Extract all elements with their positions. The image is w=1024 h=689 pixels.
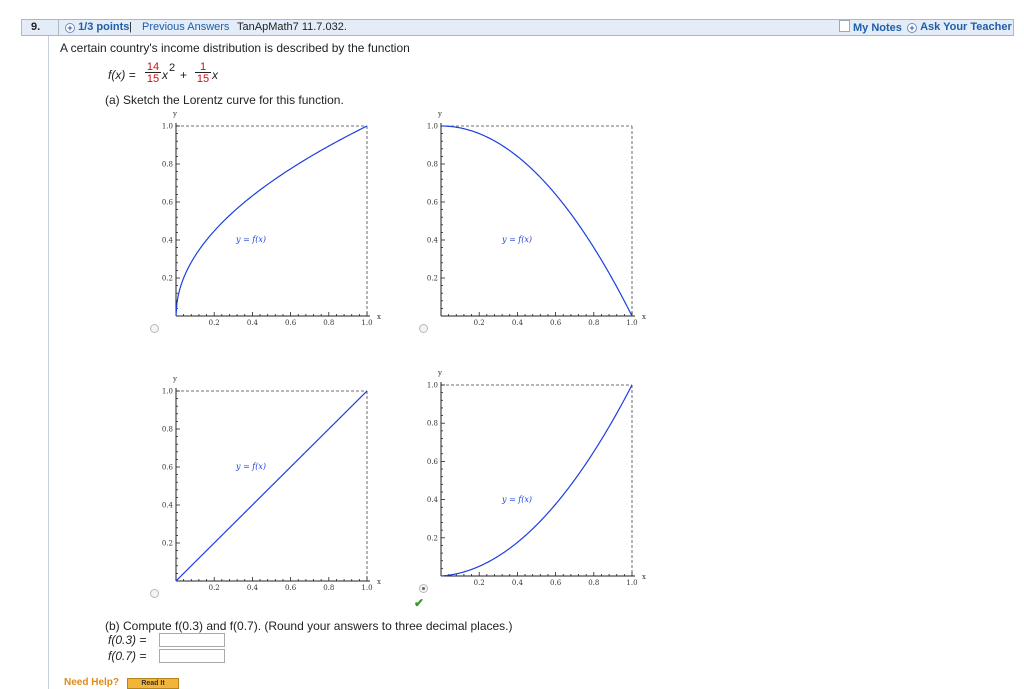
f03-answer-input[interactable] bbox=[159, 633, 225, 647]
x-tick-label: 0.2 bbox=[474, 579, 485, 587]
y-tick-label: 0.4 bbox=[427, 237, 439, 245]
y-axis-label: y bbox=[437, 110, 442, 118]
x-tick-label: 0.4 bbox=[512, 319, 524, 327]
lorentz-curve-d bbox=[440, 384, 633, 577]
part-b-prompt: (b) Compute f(0.3) and f(0.7). (Round yo… bbox=[105, 619, 513, 633]
x-tick-label: 0.4 bbox=[512, 579, 524, 587]
option-d-radio[interactable] bbox=[419, 584, 428, 593]
y-tick-label: 1.0 bbox=[427, 382, 438, 390]
y-tick-label: 0.6 bbox=[162, 199, 174, 207]
lorentz-curve-c bbox=[175, 390, 368, 582]
correct-check-icon: ✔ bbox=[414, 596, 425, 610]
x-tick-label: 0.4 bbox=[247, 319, 259, 327]
x-tick-label: 0.2 bbox=[209, 319, 220, 327]
curve-label: y = f(x) bbox=[501, 235, 532, 244]
option-b-radio[interactable] bbox=[419, 324, 428, 333]
x-axis-label: x bbox=[377, 578, 381, 586]
f07-label: f(0.7) = bbox=[108, 649, 147, 663]
y-tick-label: 0.8 bbox=[162, 161, 173, 169]
y-tick-label: 0.6 bbox=[162, 464, 174, 472]
option-c-radio[interactable] bbox=[150, 589, 159, 598]
y-tick-label: 0.2 bbox=[427, 534, 438, 542]
y-tick-label: 1.0 bbox=[162, 388, 173, 396]
x-tick-label: 0.6 bbox=[550, 579, 562, 587]
x-axis-label: x bbox=[642, 313, 646, 321]
x-tick-label: 0.6 bbox=[285, 319, 297, 327]
curve-label: y = f(x) bbox=[501, 495, 532, 504]
y-tick-label: 1.0 bbox=[162, 123, 173, 131]
y-tick-label: 0.6 bbox=[427, 458, 439, 466]
x-tick-label: 0.2 bbox=[474, 319, 485, 327]
x-tick-label: 1.0 bbox=[626, 319, 637, 327]
y-tick-label: 0.2 bbox=[162, 275, 173, 283]
y-tick-label: 0.2 bbox=[427, 275, 438, 283]
x-tick-label: 0.2 bbox=[209, 584, 220, 592]
y-axis-label: y bbox=[437, 369, 442, 377]
f03-label: f(0.3) = bbox=[108, 633, 147, 647]
x-tick-label: 0.8 bbox=[323, 319, 334, 327]
y-tick-label: 0.8 bbox=[427, 420, 438, 428]
x-tick-label: 0.8 bbox=[588, 579, 599, 587]
x-tick-label: 0.6 bbox=[550, 319, 562, 327]
x-tick-label: 0.6 bbox=[285, 584, 297, 592]
lorentz-graphs: 0.2 0.2 0.4 0.4 0.6 0.6 0.8 0.8 1.0 1.0 x y y = f(x)… bbox=[162, 110, 646, 592]
x-tick-label: 1.0 bbox=[361, 319, 372, 327]
x-axis-label: x bbox=[377, 313, 381, 321]
need-help-label: Need Help? bbox=[64, 677, 120, 688]
lorentz-curve-b bbox=[441, 125, 633, 317]
y-axis-label: y bbox=[172, 375, 177, 383]
y-tick-label: 0.2 bbox=[162, 540, 173, 548]
y-tick-label: 0.4 bbox=[162, 502, 174, 510]
curve-label: y = f(x) bbox=[235, 462, 266, 471]
lorentz-curve-a bbox=[175, 125, 368, 317]
curve-label: y = f(x) bbox=[235, 235, 266, 244]
x-tick-label: 1.0 bbox=[626, 579, 637, 587]
x-axis-label: x bbox=[642, 573, 646, 581]
x-tick-label: 0.8 bbox=[323, 584, 334, 592]
f07-answer-input[interactable] bbox=[159, 649, 225, 663]
y-tick-label: 0.8 bbox=[162, 426, 173, 434]
x-tick-label: 0.8 bbox=[588, 319, 599, 327]
y-tick-label: 0.4 bbox=[427, 496, 439, 504]
y-tick-label: 1.0 bbox=[427, 123, 438, 131]
y-tick-label: 0.8 bbox=[427, 161, 438, 169]
x-tick-label: 1.0 bbox=[361, 584, 372, 592]
x-tick-label: 0.4 bbox=[247, 584, 259, 592]
y-tick-label: 0.6 bbox=[427, 199, 439, 207]
read-it-button[interactable]: Read It bbox=[127, 678, 179, 689]
y-axis-label: y bbox=[172, 110, 177, 118]
option-a-radio[interactable] bbox=[150, 324, 159, 333]
y-tick-label: 0.4 bbox=[162, 237, 174, 245]
